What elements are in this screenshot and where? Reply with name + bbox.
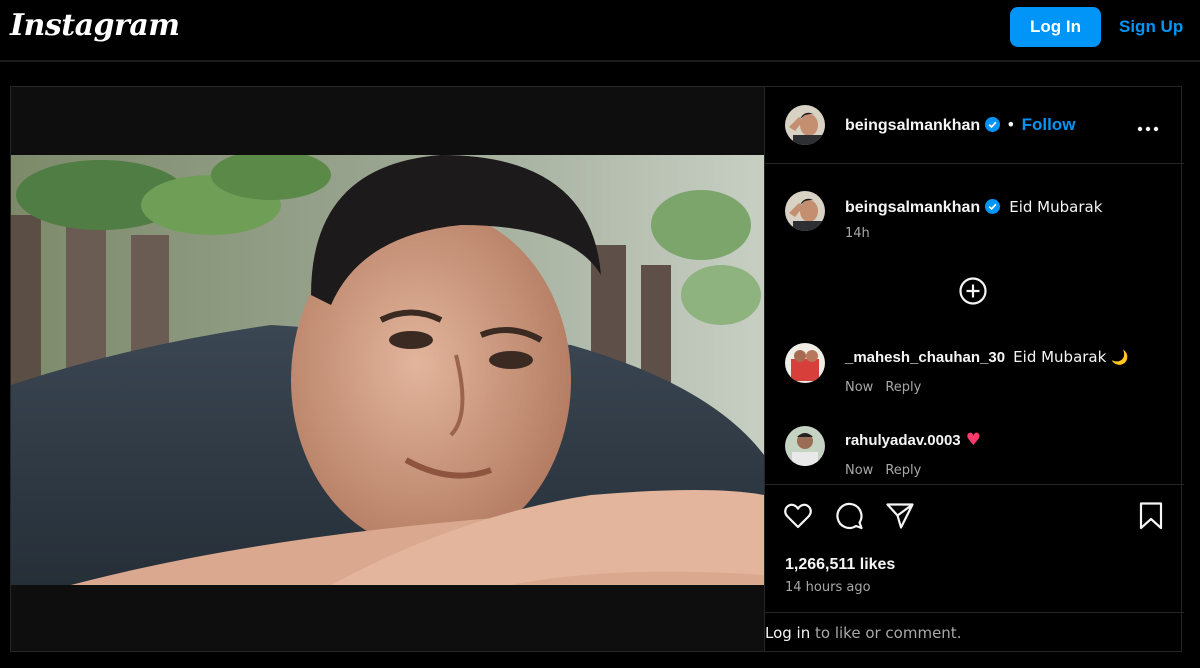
signup-link[interactable]: Sign Up: [1119, 17, 1183, 37]
author-username[interactable]: beingsalmankhan: [845, 117, 980, 134]
likes-count[interactable]: 1,266,511 likes: [785, 556, 895, 574]
reply-button[interactable]: Reply: [885, 463, 921, 478]
login-prompt: Log in to like or comment.: [765, 612, 1184, 651]
comment: rahulyadav.0003 ♥: [845, 430, 981, 450]
commenter-avatar[interactable]: [785, 426, 825, 466]
comment-time: Now: [845, 380, 874, 395]
login-prompt-text: to like or comment.: [810, 624, 962, 642]
comment-username[interactable]: _mahesh_chauhan_30: [845, 349, 1005, 366]
top-bar: Instagram Log In Sign Up: [0, 0, 1200, 62]
login-button[interactable]: Log In: [1010, 7, 1101, 47]
post-media[interactable]: [11, 87, 764, 651]
post-header-text: beingsalmankhan • Follow: [845, 115, 1075, 135]
caption-avatar[interactable]: [785, 191, 825, 231]
login-link[interactable]: Log in: [765, 624, 810, 642]
verified-badge-icon: [985, 199, 1001, 214]
caption-username[interactable]: beingsalmankhan: [845, 199, 980, 216]
comment-icon[interactable]: [834, 501, 864, 535]
post-side-panel: beingsalmankhan • Follow beingsalmankhan…: [764, 87, 1184, 651]
more-options-icon[interactable]: [1137, 117, 1159, 136]
comment: _mahesh_chauhan_30 Eid Mubarak 🌙: [845, 347, 1129, 366]
caption-text: Eid Mubarak: [1009, 198, 1103, 216]
reply-button[interactable]: Reply: [885, 380, 921, 395]
comment-text: Eid Mubarak: [1013, 348, 1107, 366]
share-icon[interactable]: [885, 501, 915, 535]
moon-emoji: 🌙: [1111, 350, 1129, 366]
actions-bar: 1,266,511 likes 14 hours ago: [765, 484, 1184, 612]
commenter-avatar[interactable]: [785, 343, 825, 383]
heart-emoji: ♥: [965, 430, 981, 450]
heart-icon[interactable]: [783, 502, 813, 534]
caption: beingsalmankhan Eid Mubarak: [845, 197, 1102, 217]
bookmark-icon[interactable]: [1138, 501, 1164, 535]
add-comment-icon[interactable]: [958, 276, 988, 310]
post-card: beingsalmankhan • Follow beingsalmankhan…: [10, 86, 1184, 652]
post-timestamp[interactable]: 14 hours ago: [785, 580, 871, 595]
instagram-logo[interactable]: Instagram: [10, 8, 180, 43]
verified-badge-icon: [985, 117, 1001, 132]
post-header: beingsalmankhan • Follow: [765, 87, 1184, 164]
post-photo[interactable]: [11, 155, 764, 585]
comment-time: Now: [845, 463, 874, 478]
separator-dot: •: [1006, 115, 1016, 134]
author-avatar[interactable]: [785, 105, 825, 145]
comment-meta: Now Reply: [845, 463, 921, 478]
comment-username[interactable]: rahulyadav.0003: [845, 432, 961, 449]
comment-meta: Now Reply: [845, 380, 921, 395]
caption-time: 14h: [845, 226, 870, 241]
follow-button[interactable]: Follow: [1022, 115, 1076, 134]
